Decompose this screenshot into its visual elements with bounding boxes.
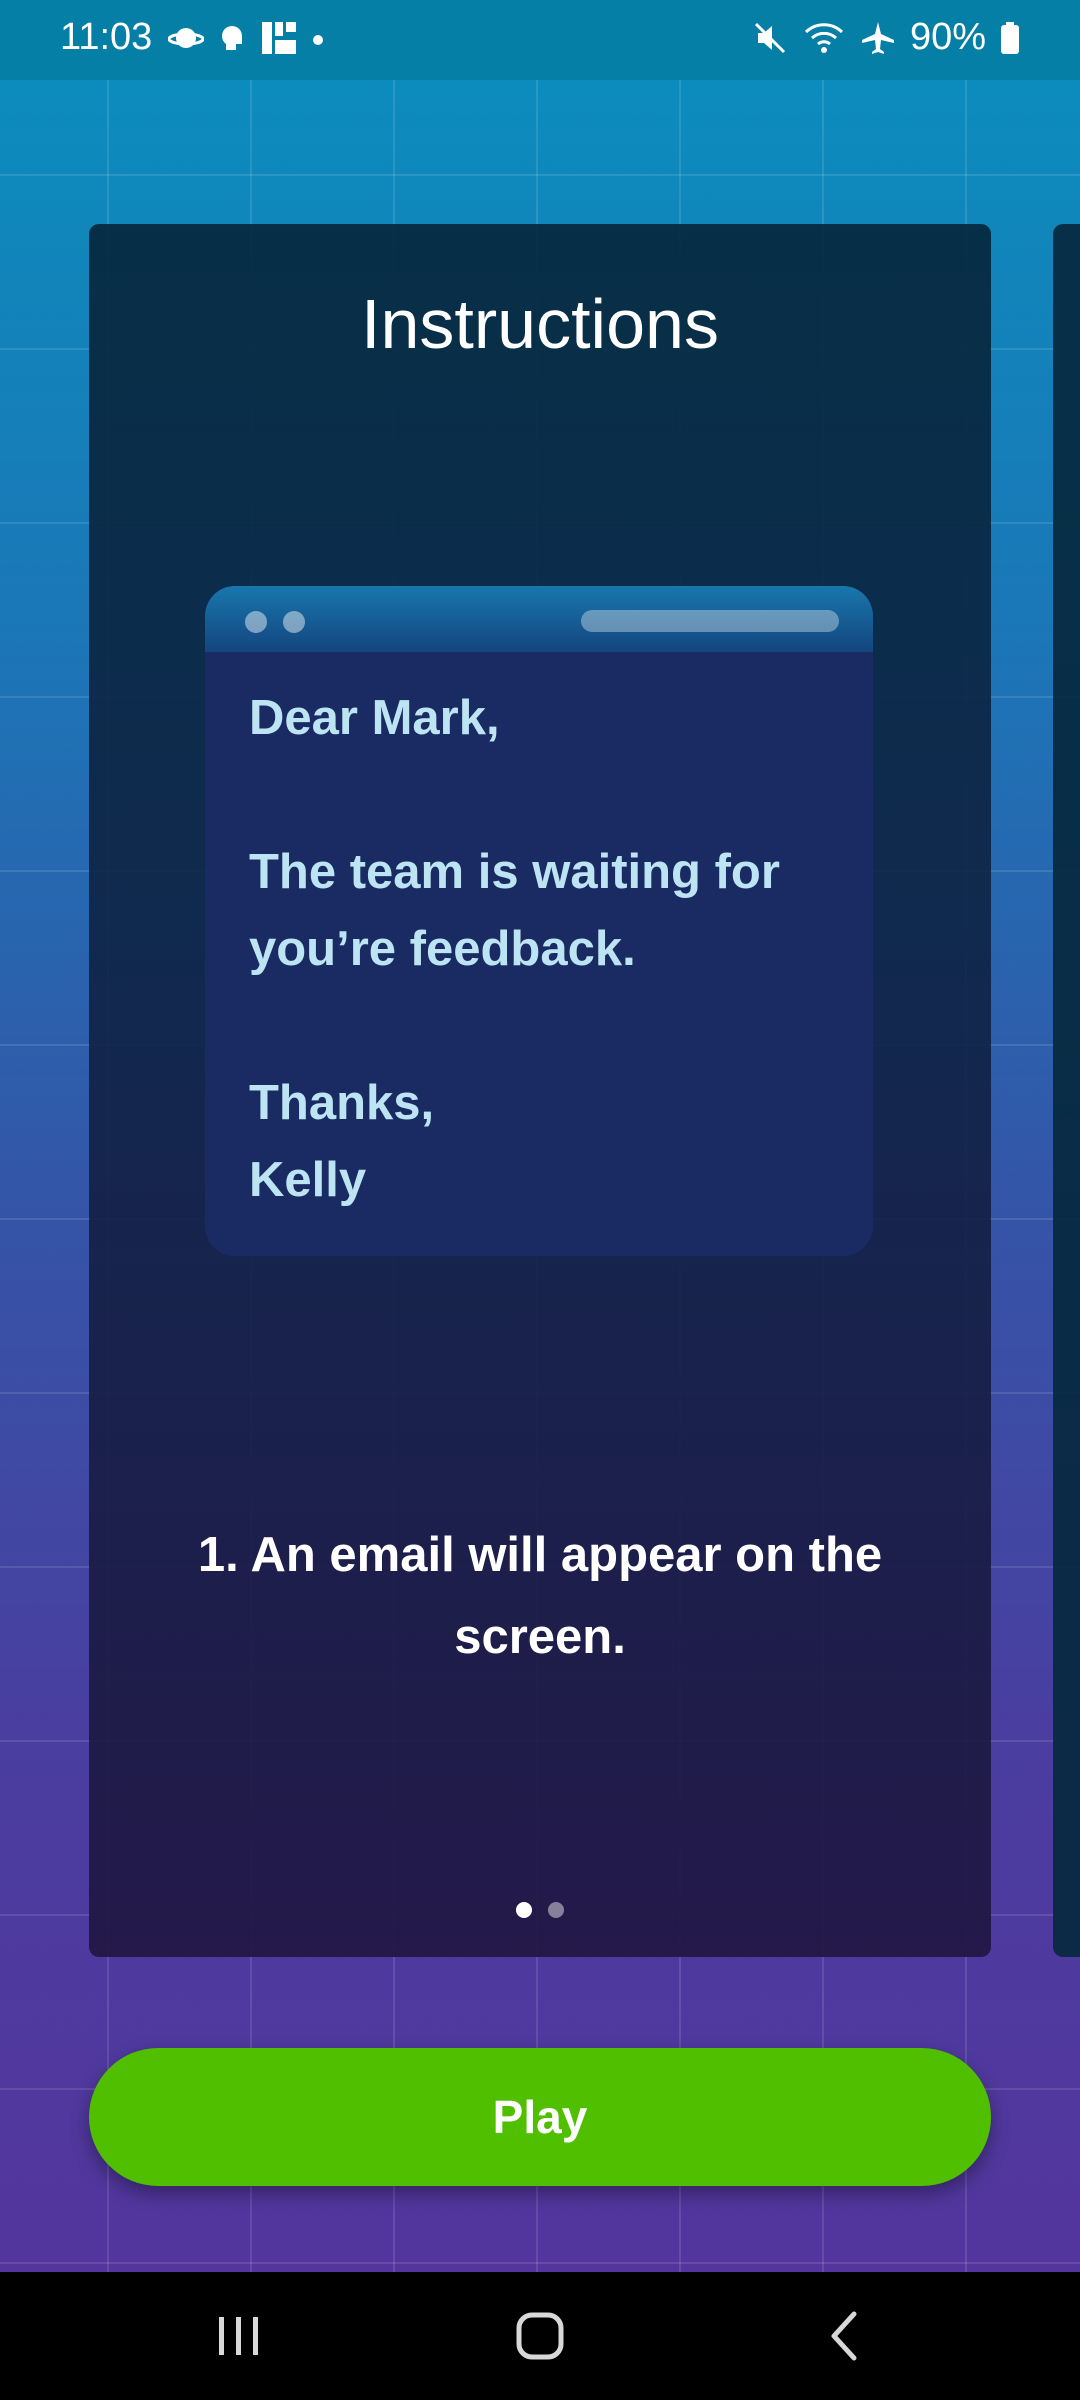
- page-dot-active: [516, 1902, 532, 1918]
- battery-icon: [1001, 21, 1019, 54]
- instruction-text: 1. An email will appear on the screen.: [197, 1528, 883, 1664]
- battery-level: 90%: [909, 16, 986, 58]
- status-time: 11:03: [60, 16, 153, 58]
- home-button[interactable]: [500, 2300, 580, 2372]
- email-line: The team is waiting for: [249, 845, 780, 899]
- page-title: Instructions: [361, 285, 719, 363]
- airplane-icon: [861, 21, 894, 54]
- email-body: Dear Mark, The team is waiting for you’r…: [205, 652, 873, 1247]
- play-button[interactable]: Play: [89, 2048, 991, 2186]
- window-dot: [283, 611, 305, 633]
- email-signature: Kelly: [249, 1153, 367, 1207]
- navigation-bar: [0, 2272, 1080, 2400]
- email-greeting: Dear Mark,: [249, 691, 500, 745]
- address-bar: [581, 610, 839, 632]
- status-bar: 11:03 90%: [0, 0, 1080, 80]
- dot-icon: [313, 35, 323, 45]
- page-dot: [548, 1902, 564, 1918]
- home-icon: [516, 2312, 564, 2360]
- wifi-icon: [804, 22, 843, 53]
- planet-icon: [168, 28, 204, 48]
- email-line: you’re feedback.: [249, 922, 636, 976]
- email-closing: Thanks,: [249, 1076, 435, 1130]
- mute-icon: [754, 22, 785, 53]
- recent-apps-button[interactable]: [199, 2300, 279, 2372]
- next-card-peek[interactable]: [1053, 224, 1080, 1957]
- page-indicator: [89, 1902, 991, 1918]
- back-button[interactable]: [804, 2300, 884, 2372]
- back-icon: [831, 2311, 857, 2361]
- recent-apps-icon: [219, 2317, 258, 2355]
- head-icon: [222, 26, 242, 50]
- email-window-bar: [205, 586, 873, 652]
- email-illustration: Dear Mark, The team is waiting for you’r…: [205, 586, 873, 1256]
- notification-icons: [168, 20, 328, 56]
- app-logo-icon: [262, 22, 296, 54]
- window-dot: [245, 611, 267, 633]
- instructions-card[interactable]: Instructions Dear Mark, The team is wait…: [89, 224, 991, 1957]
